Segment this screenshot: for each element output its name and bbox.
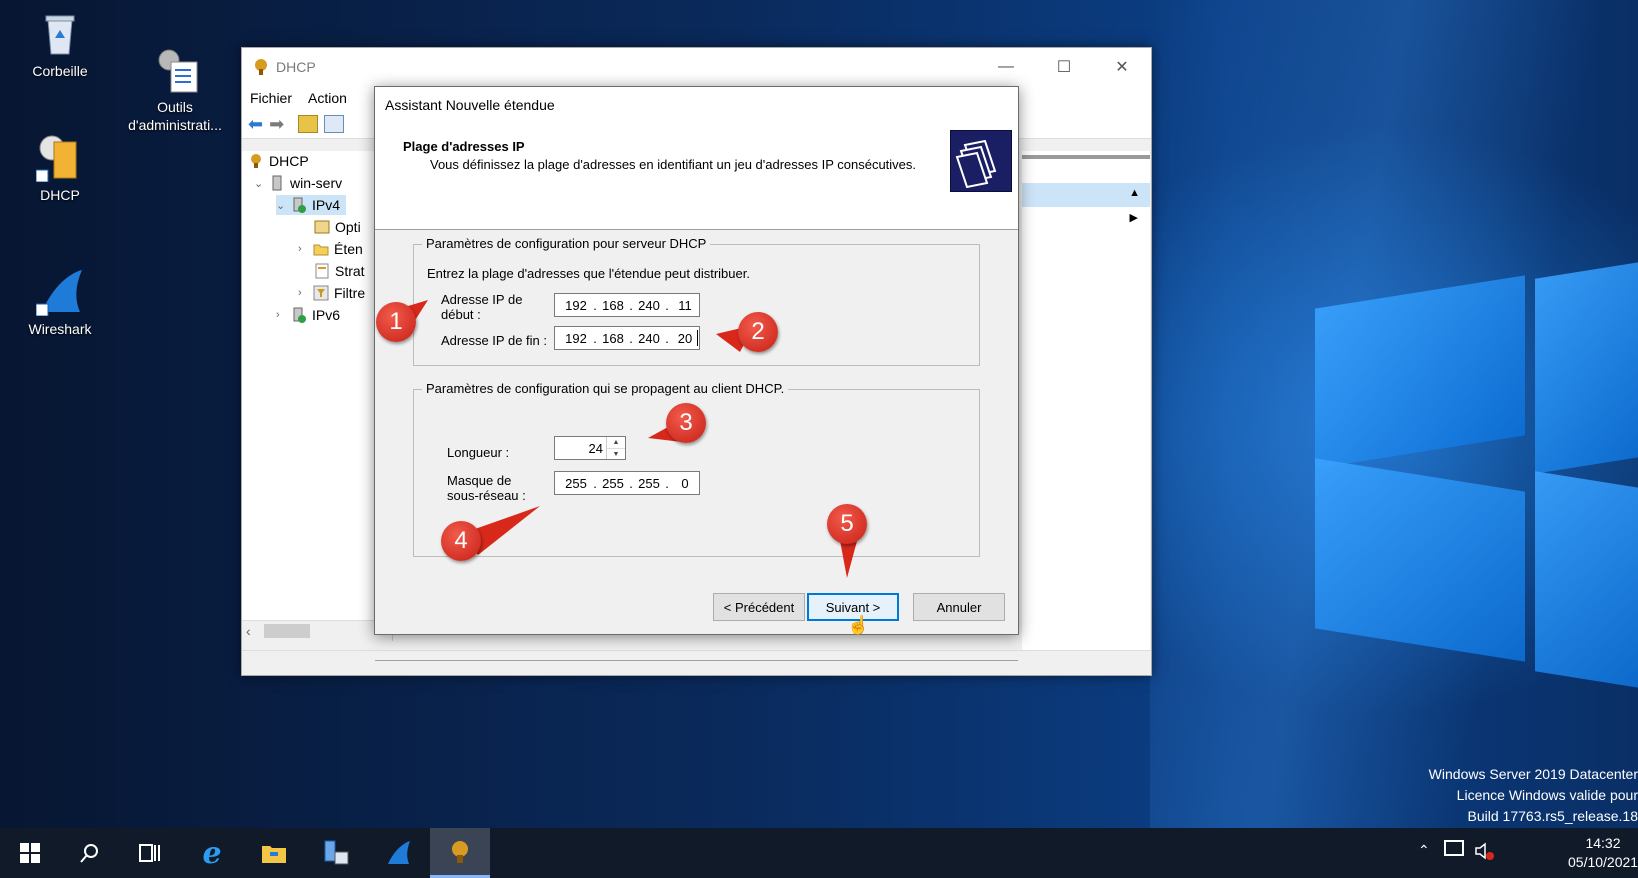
windows-start-icon xyxy=(20,843,40,863)
internet-explorer-icon[interactable]: e xyxy=(182,828,242,878)
clock-time: 14:32 xyxy=(1585,835,1621,851)
callout-number: 3 xyxy=(666,403,706,443)
wireshark-taskbar-icon[interactable] xyxy=(368,828,428,878)
system-tray: ⌃ 14:32 05/10/2021 xyxy=(1398,828,1638,878)
desktop: Corbeille Outils d'administrati... DHCP … xyxy=(0,0,1638,828)
chevron-up-icon[interactable]: ⌃ xyxy=(1418,842,1430,859)
search-icon[interactable] xyxy=(60,828,120,878)
taskbar: e ⌃ 14:32 05/10/2021 xyxy=(0,828,1638,878)
callout-number: 5 xyxy=(827,504,867,544)
server-manager-icon[interactable] xyxy=(306,828,366,878)
callout-pointers xyxy=(385,300,860,578)
callout-number: 2 xyxy=(738,312,778,352)
volume-muted-icon[interactable] xyxy=(1474,840,1496,865)
clock[interactable]: 14:32 05/10/2021 xyxy=(1568,834,1638,872)
callout-number: 1 xyxy=(376,302,416,342)
network-icon[interactable] xyxy=(1444,840,1464,856)
callout-number: 4 xyxy=(441,521,481,561)
task-view-icon[interactable] xyxy=(120,828,180,878)
start-button[interactable] xyxy=(0,828,60,878)
dhcp-taskbar-icon[interactable] xyxy=(430,828,490,878)
clock-date: 05/10/2021 xyxy=(1568,854,1638,870)
file-explorer-icon[interactable] xyxy=(244,828,304,878)
